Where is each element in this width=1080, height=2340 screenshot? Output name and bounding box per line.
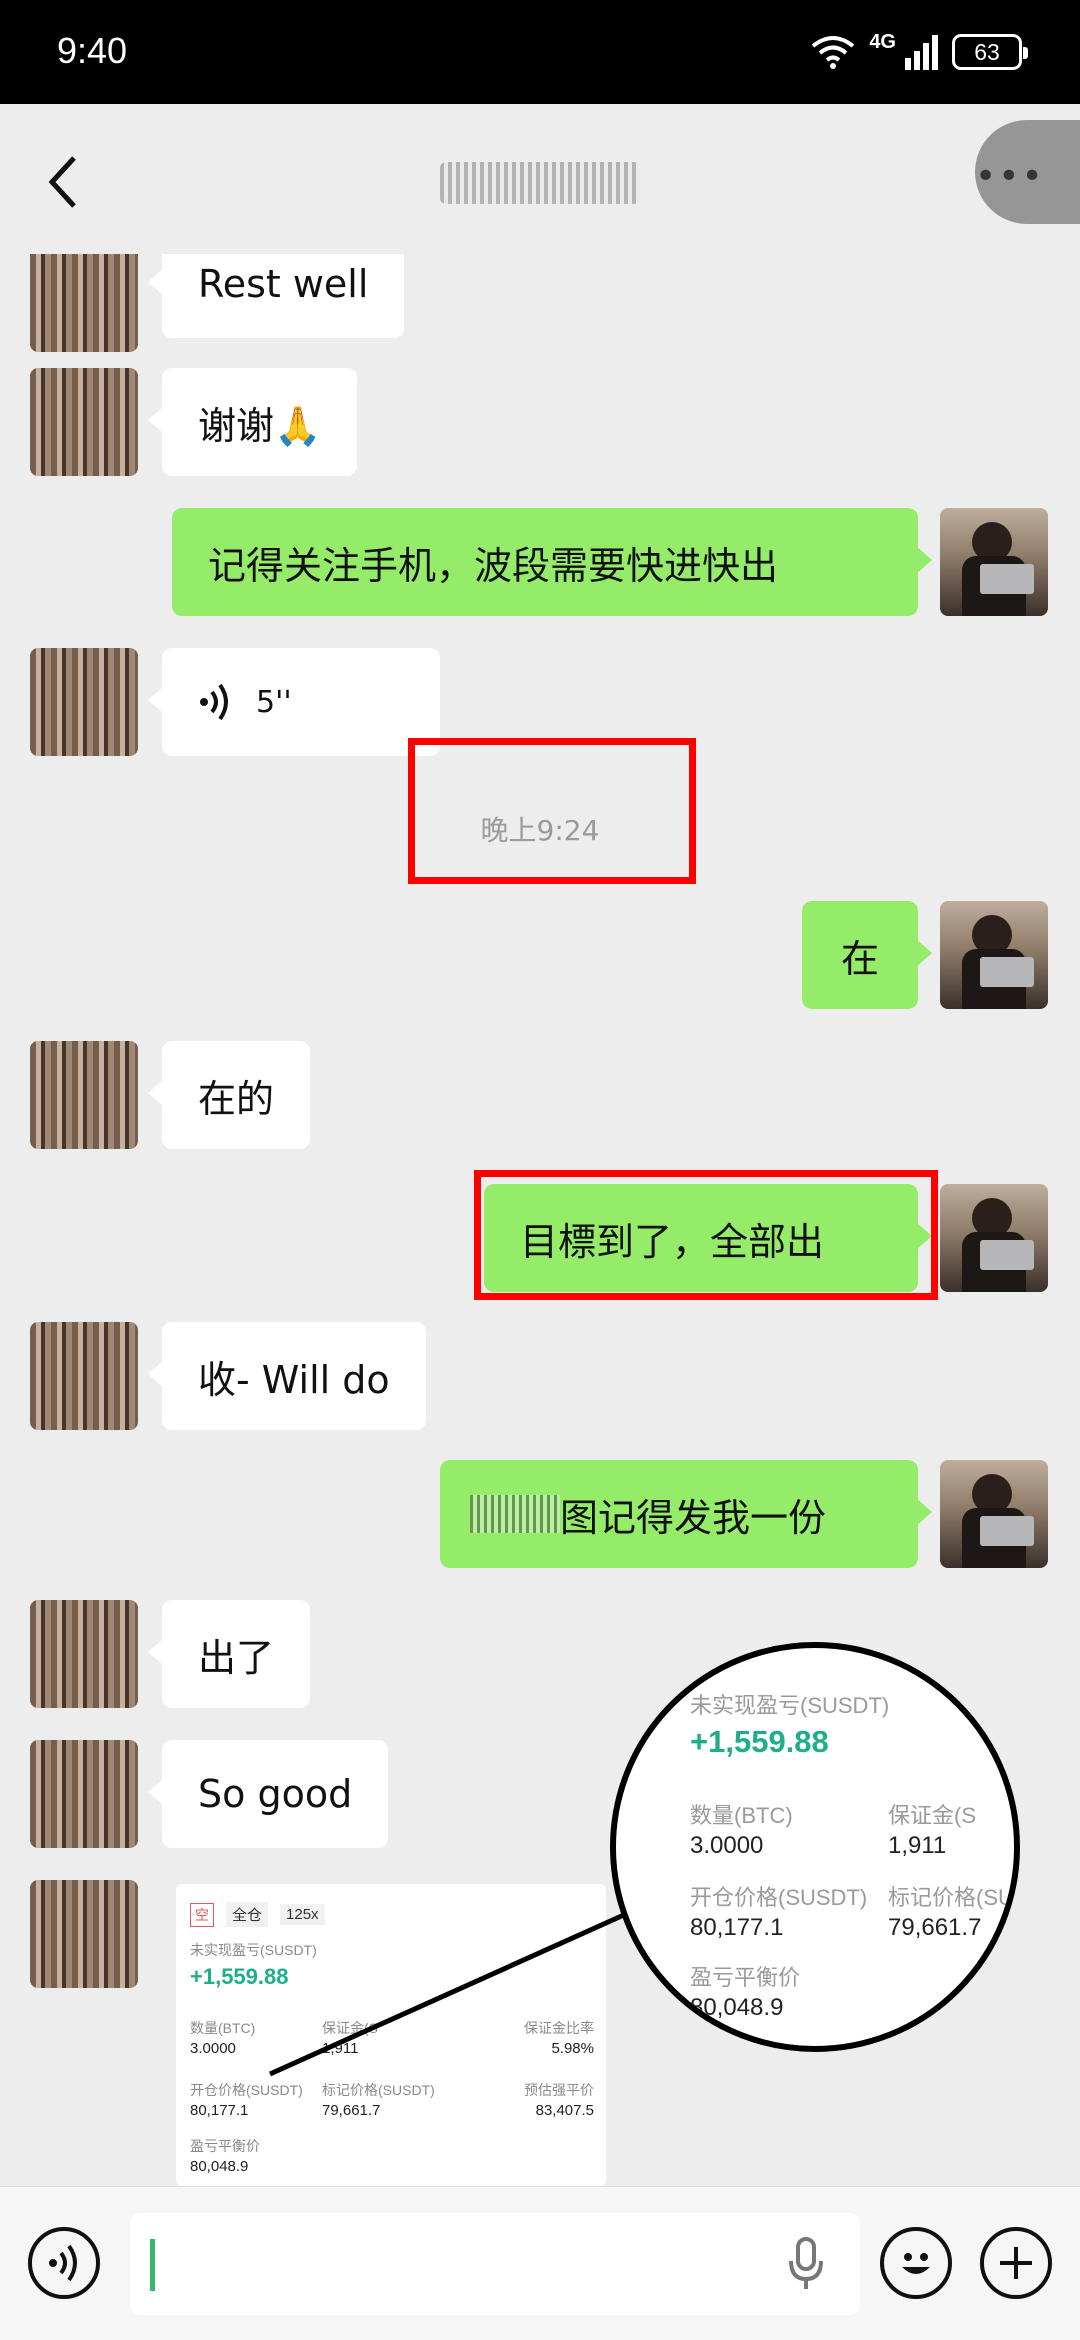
- message-bubble-outgoing[interactable]: 在: [802, 901, 932, 1009]
- back-arrow-icon[interactable]: [40, 152, 88, 212]
- contact-avatar[interactable]: [30, 1600, 138, 1708]
- message-bubble-incoming[interactable]: 在的: [147, 1041, 311, 1149]
- margin-label: 保证金(S: [322, 2020, 378, 2036]
- pnl-label: 未实现盈亏(SUSDT): [190, 1942, 317, 1958]
- margin-ratio-value: 5.98%: [551, 2040, 594, 2057]
- zoom-be-value: 80,048.9: [690, 1994, 784, 2021]
- margin-ratio-label: 保证金比率: [524, 2020, 594, 2036]
- message-bubble-incoming[interactable]: 谢谢🙏: [147, 368, 358, 476]
- zoom-open-value: 80,177.1: [690, 1914, 784, 1941]
- contact-avatar[interactable]: [30, 1322, 138, 1430]
- liq-price-label: 预估强平价: [524, 2082, 594, 2098]
- mark-price-label: 标记价格(SUSDT): [322, 2082, 435, 2098]
- emoji-button[interactable]: [880, 2227, 952, 2299]
- message-text: 图记得发我一份: [560, 1495, 827, 1540]
- message-bubble-outgoing[interactable]: 图记得发我一份: [440, 1460, 932, 1568]
- qty-value: 3.0000: [190, 2040, 236, 2057]
- mark-price-value: 79,661.7: [322, 2102, 381, 2119]
- qty-label: 数量(BTC): [190, 2020, 256, 2036]
- contact-avatar[interactable]: [30, 368, 138, 476]
- breakeven-label: 盈亏平衡价: [190, 2138, 260, 2154]
- wifi-icon: [812, 36, 855, 69]
- signal-icon: [905, 35, 938, 70]
- zoom-open-label: 开仓价格(SUSDT): [690, 1885, 868, 1910]
- zoom-mark-label: 标记价格(SU: [888, 1885, 1014, 1910]
- voice-duration: 5'': [256, 684, 292, 720]
- message-text: 出了: [198, 1635, 275, 1680]
- status-bar: 9:40 4G 63: [0, 0, 1080, 104]
- message-text: 在: [840, 936, 879, 981]
- input-bar: [0, 2186, 1080, 2340]
- microphone-icon[interactable]: [788, 2237, 824, 2291]
- battery-icon: 63: [952, 34, 1028, 70]
- message-text: 在的: [198, 1076, 275, 1121]
- message-text: 谢谢🙏: [198, 403, 322, 448]
- message-text: Rest well: [198, 262, 369, 306]
- my-avatar[interactable]: [940, 1460, 1048, 1568]
- message-input[interactable]: [130, 2213, 860, 2315]
- zoom-mark-value: 79,661.7: [888, 1914, 982, 1941]
- zoom-qty-label: 数量(BTC): [690, 1803, 793, 1828]
- contact-avatar[interactable]: [30, 1880, 138, 1988]
- short-tag: 空: [190, 1902, 214, 1927]
- add-attachment-button[interactable]: [980, 2227, 1052, 2299]
- contact-avatar[interactable]: [30, 1041, 138, 1149]
- network-type-label: 4G: [869, 31, 896, 53]
- message-bubble-incoming[interactable]: Rest well: [147, 254, 405, 338]
- message-bubble-incoming[interactable]: 出了: [147, 1600, 311, 1708]
- voice-message-bubble[interactable]: 5'': [148, 648, 440, 756]
- zoom-margin-label: 保证金(S: [888, 1803, 977, 1828]
- my-avatar[interactable]: [940, 1184, 1048, 1292]
- message-text: 记得关注手机，波段需要快进快出: [208, 543, 779, 588]
- breakeven-value: 80,048.9: [190, 2158, 249, 2175]
- liq-price-value: 83,407.5: [535, 2102, 594, 2119]
- voice-input-button[interactable]: [28, 2227, 100, 2299]
- message-text: 收- Will do: [198, 1357, 390, 1402]
- my-avatar[interactable]: [940, 901, 1048, 1009]
- trade-screenshot-image[interactable]: 空 全仓 125x 未实现盈亏(SUSDT) +1,559.88 数量(BTC)…: [176, 1884, 606, 2186]
- pnl-value: +1,559.88: [190, 1964, 289, 1989]
- highlight-box-message: [474, 1170, 938, 1300]
- contact-avatar[interactable]: [30, 648, 138, 756]
- message-bubble-outgoing[interactable]: 记得关注手机，波段需要快进快出: [172, 508, 932, 616]
- redacted-text: [470, 1495, 560, 1533]
- battery-level: 63: [974, 38, 1000, 65]
- status-icons: 4G 63: [811, 28, 1028, 76]
- zoom-qty-value: 3.0000: [690, 1832, 764, 1859]
- contact-name-redacted: [440, 162, 640, 204]
- plus-icon: [1000, 2247, 1032, 2279]
- magnifier-circle: 未实现盈亏(SUSDT) +1,559.88 数量(BTC) 3.0000 保证…: [610, 1642, 1020, 2052]
- zoom-pnl-label: 未实现盈亏(SUSDT): [690, 1693, 890, 1718]
- status-time: 9:40: [57, 30, 128, 71]
- chat-screen: 9:40 4G 63 ••• Rest well 谢谢🙏 记得关注手机，波段需要…: [0, 0, 1080, 2340]
- voice-wave-icon: [200, 683, 228, 721]
- margin-value: 1,911: [322, 2040, 359, 2057]
- more-dots-icon: •••: [975, 156, 1045, 197]
- zoom-pnl-value: +1,559.88: [690, 1724, 829, 1759]
- contact-avatar[interactable]: [30, 254, 138, 352]
- message-bubble-incoming[interactable]: 收- Will do: [148, 1322, 426, 1430]
- text-caret: [150, 2239, 155, 2291]
- smiley-icon: [902, 2253, 930, 2274]
- zoom-margin-value: 1,911: [888, 1832, 947, 1859]
- contact-avatar[interactable]: [30, 1740, 138, 1848]
- chat-header: •••: [0, 104, 1080, 254]
- more-options-button[interactable]: •••: [975, 120, 1080, 224]
- my-avatar[interactable]: [940, 508, 1048, 616]
- margin-mode-tag: 全仓: [226, 1902, 269, 1927]
- position-tags: 空 全仓 125x: [190, 1902, 325, 1927]
- highlight-box-timestamp: [408, 738, 696, 884]
- leverage-tag: 125x: [280, 1904, 325, 1925]
- zoom-be-label: 盈亏平衡价: [690, 1965, 801, 1990]
- message-bubble-incoming[interactable]: So good: [147, 1740, 389, 1848]
- message-text: So good: [198, 1772, 353, 1816]
- open-price-value: 80,177.1: [190, 2102, 249, 2119]
- open-price-label: 开仓价格(SUSDT): [190, 2082, 303, 2098]
- voice-wave-icon: [49, 2244, 77, 2282]
